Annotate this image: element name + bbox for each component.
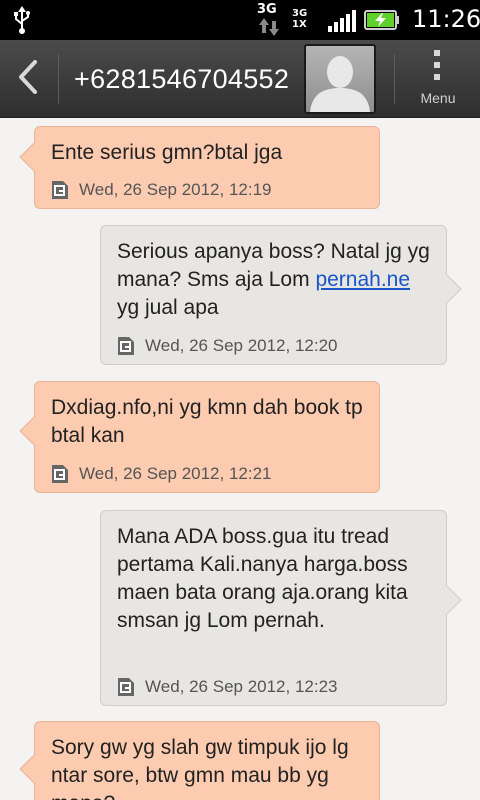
message-outgoing[interactable]: Mana ADA boss.gua itu tread pertama Kali… <box>100 510 462 706</box>
network-type-bottom: 1X <box>292 19 307 30</box>
message-timestamp: Wed, 26 Sep 2012, 12:19 <box>79 180 272 199</box>
sim-icon <box>51 180 69 200</box>
signal-icon <box>328 10 356 37</box>
network-type-top: 3G <box>292 8 308 19</box>
usb-icon <box>12 6 32 39</box>
battery-charging-icon <box>364 10 400 35</box>
message-timestamp: Wed, 26 Sep 2012, 12:23 <box>145 677 338 696</box>
message-list[interactable]: Ente serius gmn?btal jga Wed, 26 Sep 201… <box>0 118 480 800</box>
message-text-part: yg jual apa <box>117 296 219 319</box>
contact-avatar-icon <box>306 56 374 112</box>
sim-icon <box>117 336 135 356</box>
message-incoming[interactable]: Ente serius gmn?btal jga Wed, 26 Sep 201… <box>19 126 380 209</box>
contact-avatar[interactable] <box>304 44 376 114</box>
data-arrows-icon <box>259 18 279 41</box>
menu-button[interactable]: Menu <box>396 40 480 118</box>
message-text: Ente serius gmn?btal jga <box>51 141 283 164</box>
header-divider <box>394 54 395 104</box>
conversation-header: +6281546704552 Menu <box>0 40 480 118</box>
message-text: Dxdiag.nfo,ni yg kmn dah book tp btal ka… <box>51 396 363 447</box>
message-incoming[interactable]: Sory gw yg slah gw timpuk ijo lg ntar so… <box>19 721 380 800</box>
message-text: Serious apanya boss? Natal jg yg mana? S… <box>117 238 430 322</box>
menu-label: Menu <box>420 90 456 106</box>
message-timestamp: Wed, 26 Sep 2012, 12:21 <box>79 464 272 483</box>
status-bar: 3G 3G 1X 11:26 <box>0 0 480 40</box>
menu-dots-icon <box>432 50 442 87</box>
back-button[interactable] <box>0 40 56 118</box>
network-3g-label: 3G <box>257 2 277 17</box>
sim-icon <box>51 464 69 484</box>
clock: 11:26 <box>412 5 480 33</box>
message-text: Sory gw yg slah gw timpuk ijo lg ntar so… <box>51 736 349 800</box>
message-timestamp: Wed, 26 Sep 2012, 12:20 <box>145 336 338 355</box>
contact-number[interactable]: +6281546704552 <box>74 64 289 95</box>
header-divider <box>58 54 59 104</box>
message-text: Mana ADA boss.gua itu tread pertama Kali… <box>117 525 408 632</box>
message-outgoing[interactable]: Serious apanya boss? Natal jg yg mana? S… <box>100 225 462 365</box>
message-incoming[interactable]: Dxdiag.nfo,ni yg kmn dah book tp btal ka… <box>19 381 380 493</box>
message-link[interactable]: pernah.ne <box>315 268 410 291</box>
back-arrow-icon <box>17 59 39 99</box>
network-type: 3G 1X <box>292 8 307 30</box>
sim-icon <box>117 677 135 697</box>
